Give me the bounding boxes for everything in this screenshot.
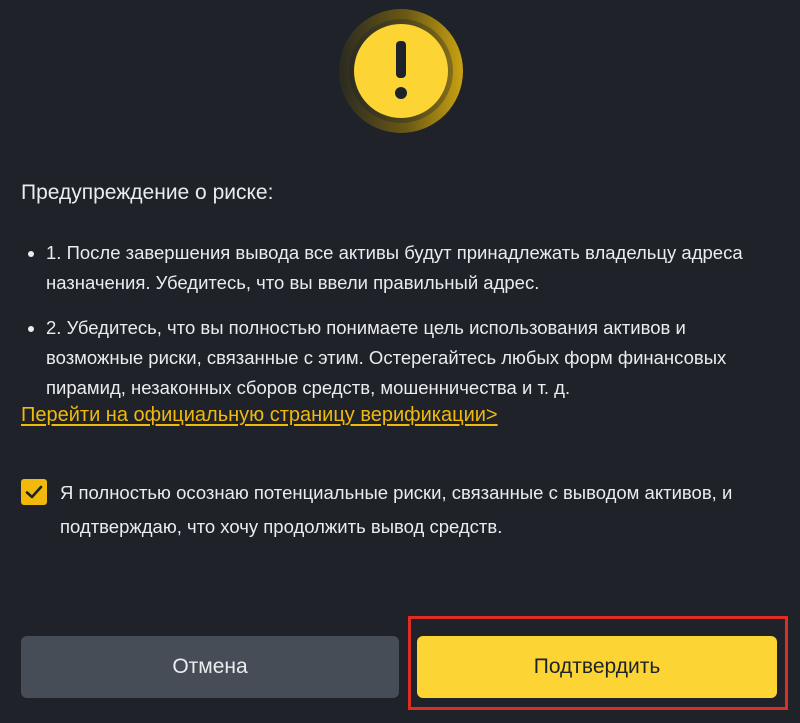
warning-icon xyxy=(338,8,464,134)
cancel-button[interactable]: Отмена xyxy=(21,636,399,698)
consent-label: Я полностью осознаю потенциальные риски,… xyxy=(60,482,733,537)
official-verification-link[interactable]: Перейти на официальную страницу верифика… xyxy=(21,404,498,427)
risk-list: 1. После завершения вывода все активы бу… xyxy=(21,238,781,418)
risk-warning-title: Предупреждение о риске: xyxy=(21,181,274,204)
risk-warning-dialog: Предупреждение о риске: 1. После заверше… xyxy=(0,0,800,723)
checkmark-icon xyxy=(25,485,43,499)
consent-checkbox[interactable] xyxy=(21,479,47,505)
risk-item-2: 2. Убедитесь, что вы полностью понимаете… xyxy=(21,313,781,403)
risk-item-1: 1. После завершения вывода все активы бу… xyxy=(21,238,781,298)
consent-row: Я полностью осознаю потенциальные риски,… xyxy=(21,476,781,544)
confirm-button[interactable]: Подтвердить xyxy=(417,636,777,698)
